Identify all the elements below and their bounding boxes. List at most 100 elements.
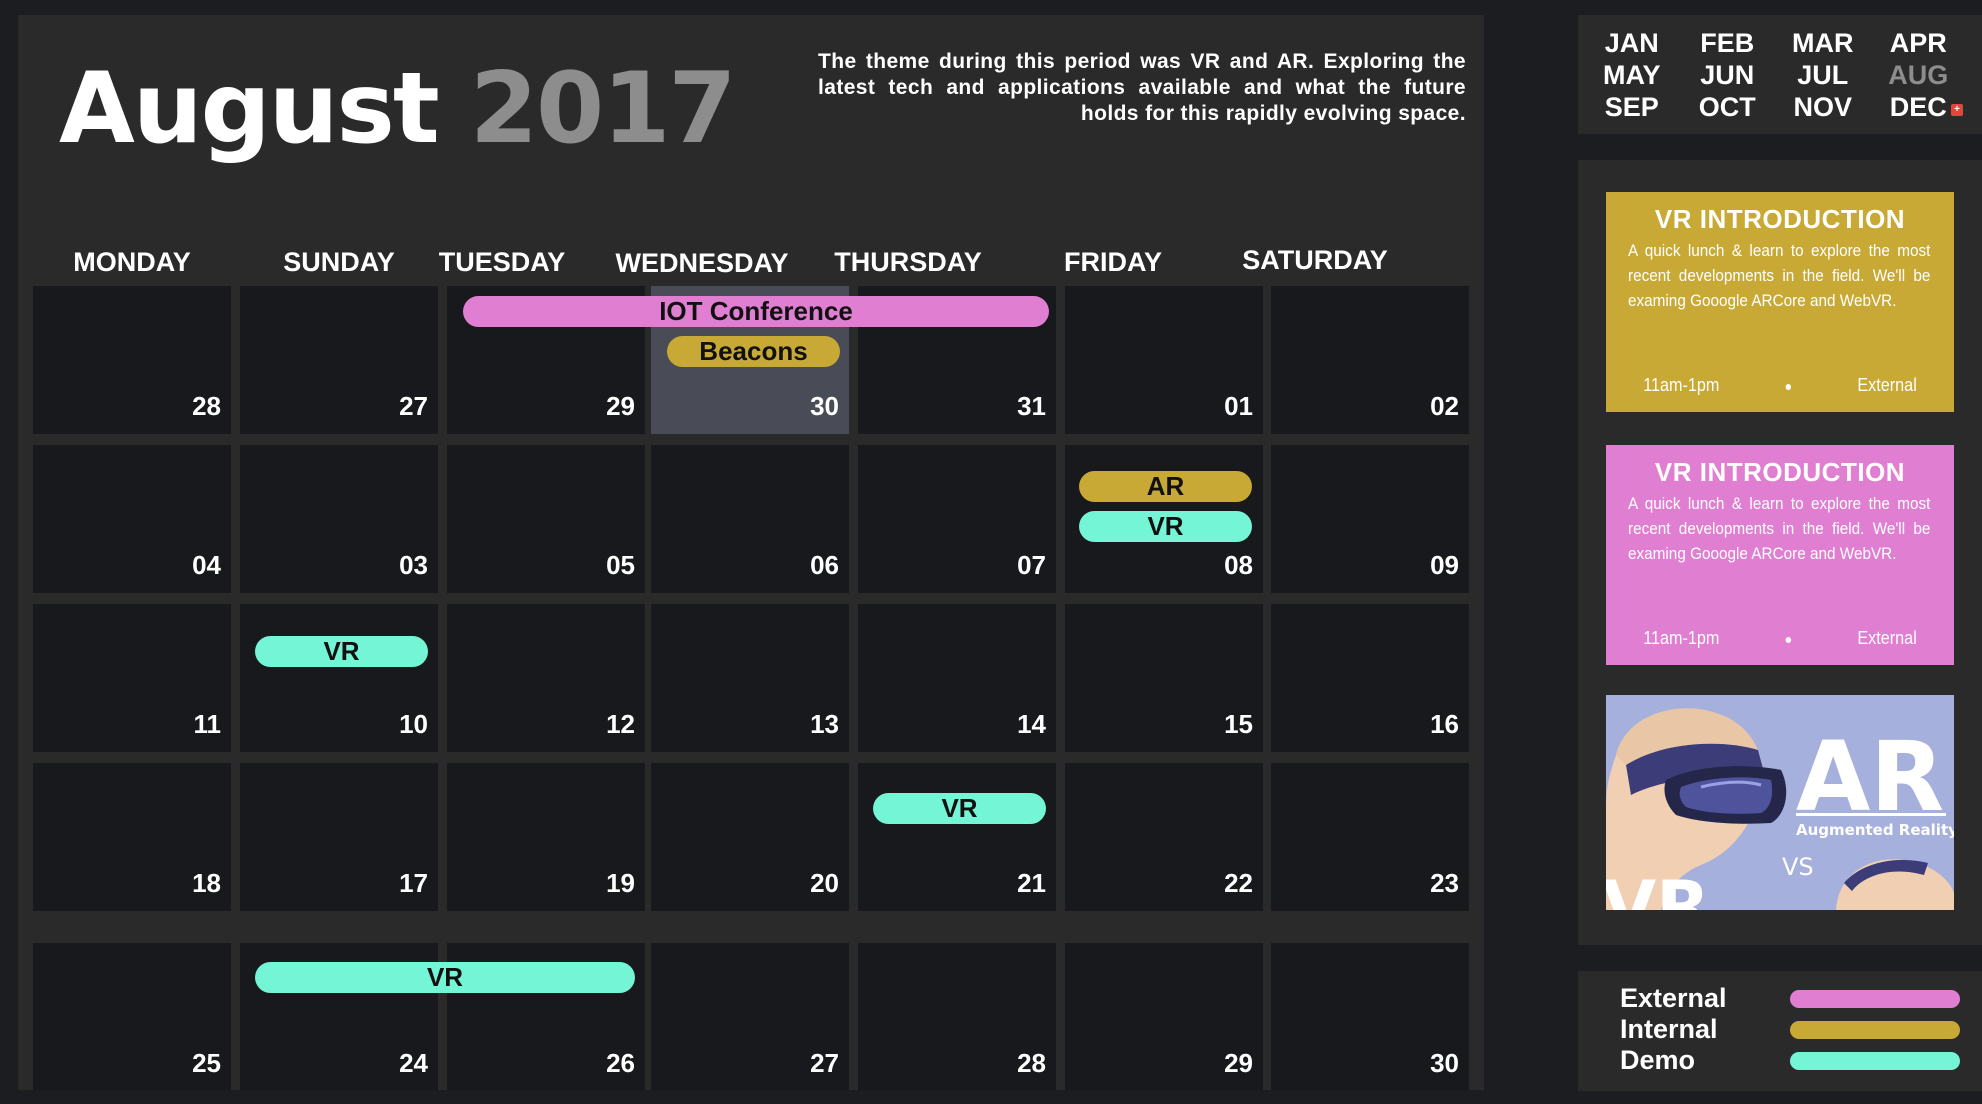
month-link-sep[interactable]: SEP [1584, 91, 1680, 123]
day-cell[interactable]: 16 [1271, 604, 1469, 752]
day-cell[interactable]: 13 [651, 604, 849, 752]
legend-item-internal: Internal [1620, 1014, 1960, 1044]
day-cell[interactable]: 27 [240, 286, 438, 434]
day-number: 26 [606, 1048, 635, 1078]
event-card-time: 11am-1pm [1643, 628, 1720, 648]
day-cell[interactable]: 07 [858, 445, 1056, 593]
vr-headset-illustration-icon: AR Augmented Reality VS VR [1606, 695, 1954, 910]
legend-label: Internal [1620, 1014, 1718, 1044]
day-number: 07 [1017, 550, 1046, 580]
day-number: 08 [1224, 550, 1253, 580]
promo-big-text: AR [1796, 721, 1944, 833]
day-cell[interactable]: 28 [858, 943, 1056, 1091]
day-cell[interactable]: 04 [33, 445, 231, 593]
month-link-nov[interactable]: NOV [1775, 91, 1871, 123]
month-title: August [59, 52, 440, 166]
day-number: 18 [192, 868, 221, 898]
event-type-legend: External Internal Demo [1578, 971, 1982, 1091]
day-cell[interactable]: 27 [651, 943, 849, 1091]
month-picker: JAN FEB MAR APR MAY JUN JUL AUG SEP OCT … [1578, 15, 1982, 134]
event-card-footer: 11am-1pm ● External [1643, 375, 1917, 396]
day-cell[interactable]: 28 [33, 286, 231, 434]
month-link-jun[interactable]: JUN [1680, 59, 1776, 91]
bullet-icon: ● [1784, 377, 1793, 394]
event-iot-conference[interactable]: IOT Conference [463, 296, 1049, 327]
day-number: 15 [1224, 709, 1253, 739]
calendar-panel: August 2017 The theme during this period… [18, 15, 1484, 1091]
day-cell[interactable]: 05 [447, 445, 645, 593]
day-number: 05 [606, 550, 635, 580]
theme-description: The theme during this period was VR and … [818, 50, 1466, 125]
day-number: 28 [1017, 1048, 1046, 1078]
month-link-apr[interactable]: APR [1871, 27, 1967, 59]
event-card-footer: 11am-1pm ● External [1643, 628, 1917, 649]
day-number: 22 [1224, 868, 1253, 898]
day-cell[interactable]: 22 [1065, 763, 1263, 911]
day-number: 28 [192, 391, 221, 421]
day-cell[interactable]: 18 [33, 763, 231, 911]
day-number: 30 [810, 391, 839, 421]
month-link-jan[interactable]: JAN [1584, 27, 1680, 59]
legend-item-external: External [1620, 983, 1960, 1013]
month-link-aug-current[interactable]: AUG [1871, 59, 1967, 91]
event-vr[interactable]: VR [873, 793, 1046, 824]
calendar-grid: 28 27 29 30 31 01 02 04 03 05 06 07 08 0… [33, 286, 1469, 1091]
day-cell[interactable]: 10 [240, 604, 438, 752]
day-cell[interactable]: 29 [1065, 943, 1263, 1091]
month-link-oct[interactable]: OCT [1680, 91, 1776, 123]
day-cell[interactable]: 11 [33, 604, 231, 752]
notification-badge-icon: + [1951, 104, 1963, 116]
day-cell[interactable]: 01 [1065, 286, 1263, 434]
day-number: 02 [1430, 391, 1459, 421]
event-card-type: External [1857, 375, 1917, 395]
event-vr[interactable]: VR [255, 962, 635, 993]
day-number: 06 [810, 550, 839, 580]
day-cell[interactable]: 15 [1065, 604, 1263, 752]
day-cell[interactable]: 21 [858, 763, 1056, 911]
day-cell[interactable]: 23 [1271, 763, 1469, 911]
page-title: August 2017 [59, 47, 737, 172]
day-number: 04 [192, 550, 221, 580]
day-number: 01 [1224, 391, 1253, 421]
day-number: 27 [810, 1048, 839, 1078]
day-cell[interactable]: 06 [651, 445, 849, 593]
day-number: 29 [1224, 1048, 1253, 1078]
day-cell[interactable]: 25 [33, 943, 231, 1091]
month-link-jul[interactable]: JUL [1775, 59, 1871, 91]
promo-caption: Augmented Reality [1796, 821, 1954, 839]
legend-swatch [1790, 1021, 1960, 1039]
day-number: 10 [399, 709, 428, 739]
day-cell[interactable]: 20 [651, 763, 849, 911]
legend-label: External [1620, 983, 1727, 1013]
day-number: 14 [1017, 709, 1046, 739]
event-card[interactable]: VR INTRODUCTION A quick lunch & learn to… [1606, 445, 1954, 665]
event-vr[interactable]: VR [1079, 511, 1252, 542]
day-cell[interactable]: 30 [1271, 943, 1469, 1091]
event-beacons[interactable]: Beacons [667, 336, 840, 367]
day-cell[interactable]: 19 [447, 763, 645, 911]
legend-item-demo: Demo [1620, 1045, 1960, 1075]
day-cell[interactable]: 09 [1271, 445, 1469, 593]
event-card-type: External [1857, 628, 1917, 648]
event-card[interactable]: VR INTRODUCTION A quick lunch & learn to… [1606, 192, 1954, 412]
event-vr[interactable]: VR [255, 636, 428, 667]
day-cell[interactable]: 17 [240, 763, 438, 911]
event-card-body: A quick lunch & learn to explore the mos… [1628, 241, 1931, 310]
day-number: 25 [192, 1048, 221, 1078]
day-number: 03 [399, 550, 428, 580]
event-card-title: VR INTRODUCTION [1654, 204, 1906, 234]
year-title: 2017 [469, 52, 737, 166]
day-cell[interactable]: 12 [447, 604, 645, 752]
month-link-may[interactable]: MAY [1584, 59, 1680, 91]
event-ar[interactable]: AR [1079, 471, 1252, 502]
legend-swatch [1790, 990, 1960, 1008]
ar-vs-vr-promo-image[interactable]: AR Augmented Reality VS VR [1606, 695, 1954, 910]
day-cell[interactable]: 02 [1271, 286, 1469, 434]
month-link-mar[interactable]: MAR [1775, 27, 1871, 59]
day-number: 12 [606, 709, 635, 739]
bullet-icon: ● [1784, 630, 1793, 647]
month-link-feb[interactable]: FEB [1680, 27, 1776, 59]
day-number: 27 [399, 391, 428, 421]
day-cell[interactable]: 14 [858, 604, 1056, 752]
day-cell[interactable]: 03 [240, 445, 438, 593]
